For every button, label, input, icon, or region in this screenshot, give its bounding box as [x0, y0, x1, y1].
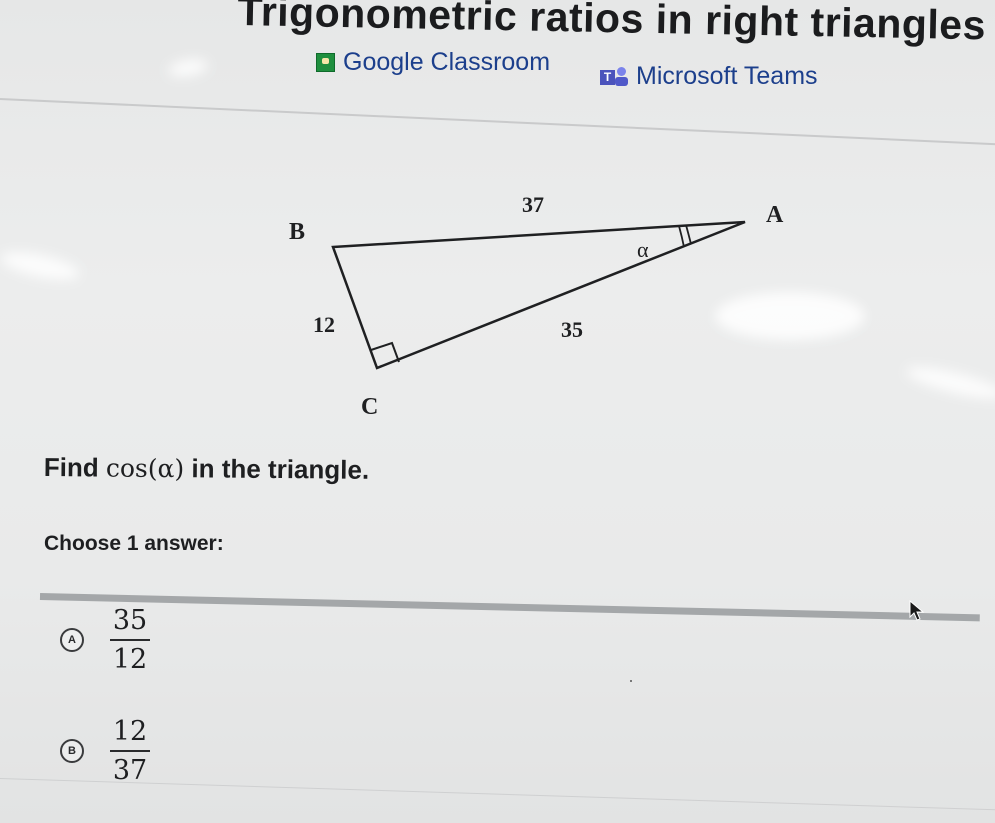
- question-text: Find cos(α) in the triangle.: [44, 452, 370, 486]
- answer-option-a[interactable]: A 35 12: [60, 605, 150, 675]
- option-a-fraction: 35 12: [110, 605, 150, 675]
- fraction-bar: [110, 639, 150, 642]
- triangle-diagram: B A C α 37 12 35: [289, 192, 784, 420]
- option-b-fraction: 12 37: [110, 716, 150, 786]
- vertex-c-label: C: [361, 394, 378, 420]
- screen-speck: [630, 680, 632, 682]
- option-a-denominator: 12: [112, 644, 148, 676]
- option-b-badge: B: [60, 739, 84, 764]
- question-prefix: Find: [43, 452, 107, 483]
- angle-arc-outer: [685, 224, 692, 245]
- choose-answer-label: Choose 1 answer:: [44, 532, 224, 555]
- right-angle-marker: [370, 341, 400, 363]
- option-a-badge: A: [60, 628, 84, 653]
- mouse-cursor-icon: [909, 600, 925, 621]
- question-expression: cos(α): [105, 453, 185, 484]
- option-a-numerator: 35: [112, 605, 148, 636]
- vertex-b-label: B: [289, 219, 305, 245]
- fraction-bar: [110, 750, 150, 753]
- angle-arc-inner: [678, 225, 685, 248]
- vertex-a-label: A: [766, 202, 784, 228]
- angle-alpha-label: α: [637, 237, 649, 262]
- option-b-numerator: 12: [112, 716, 148, 747]
- answer-option-b[interactable]: B 12 37: [60, 716, 150, 786]
- question-suffix: in the triangle.: [184, 453, 370, 485]
- side-ab-length: 37: [522, 192, 544, 217]
- option-b-denominator: 37: [112, 755, 148, 787]
- side-ca-length: 35: [561, 317, 583, 342]
- side-bc-length: 12: [313, 312, 335, 337]
